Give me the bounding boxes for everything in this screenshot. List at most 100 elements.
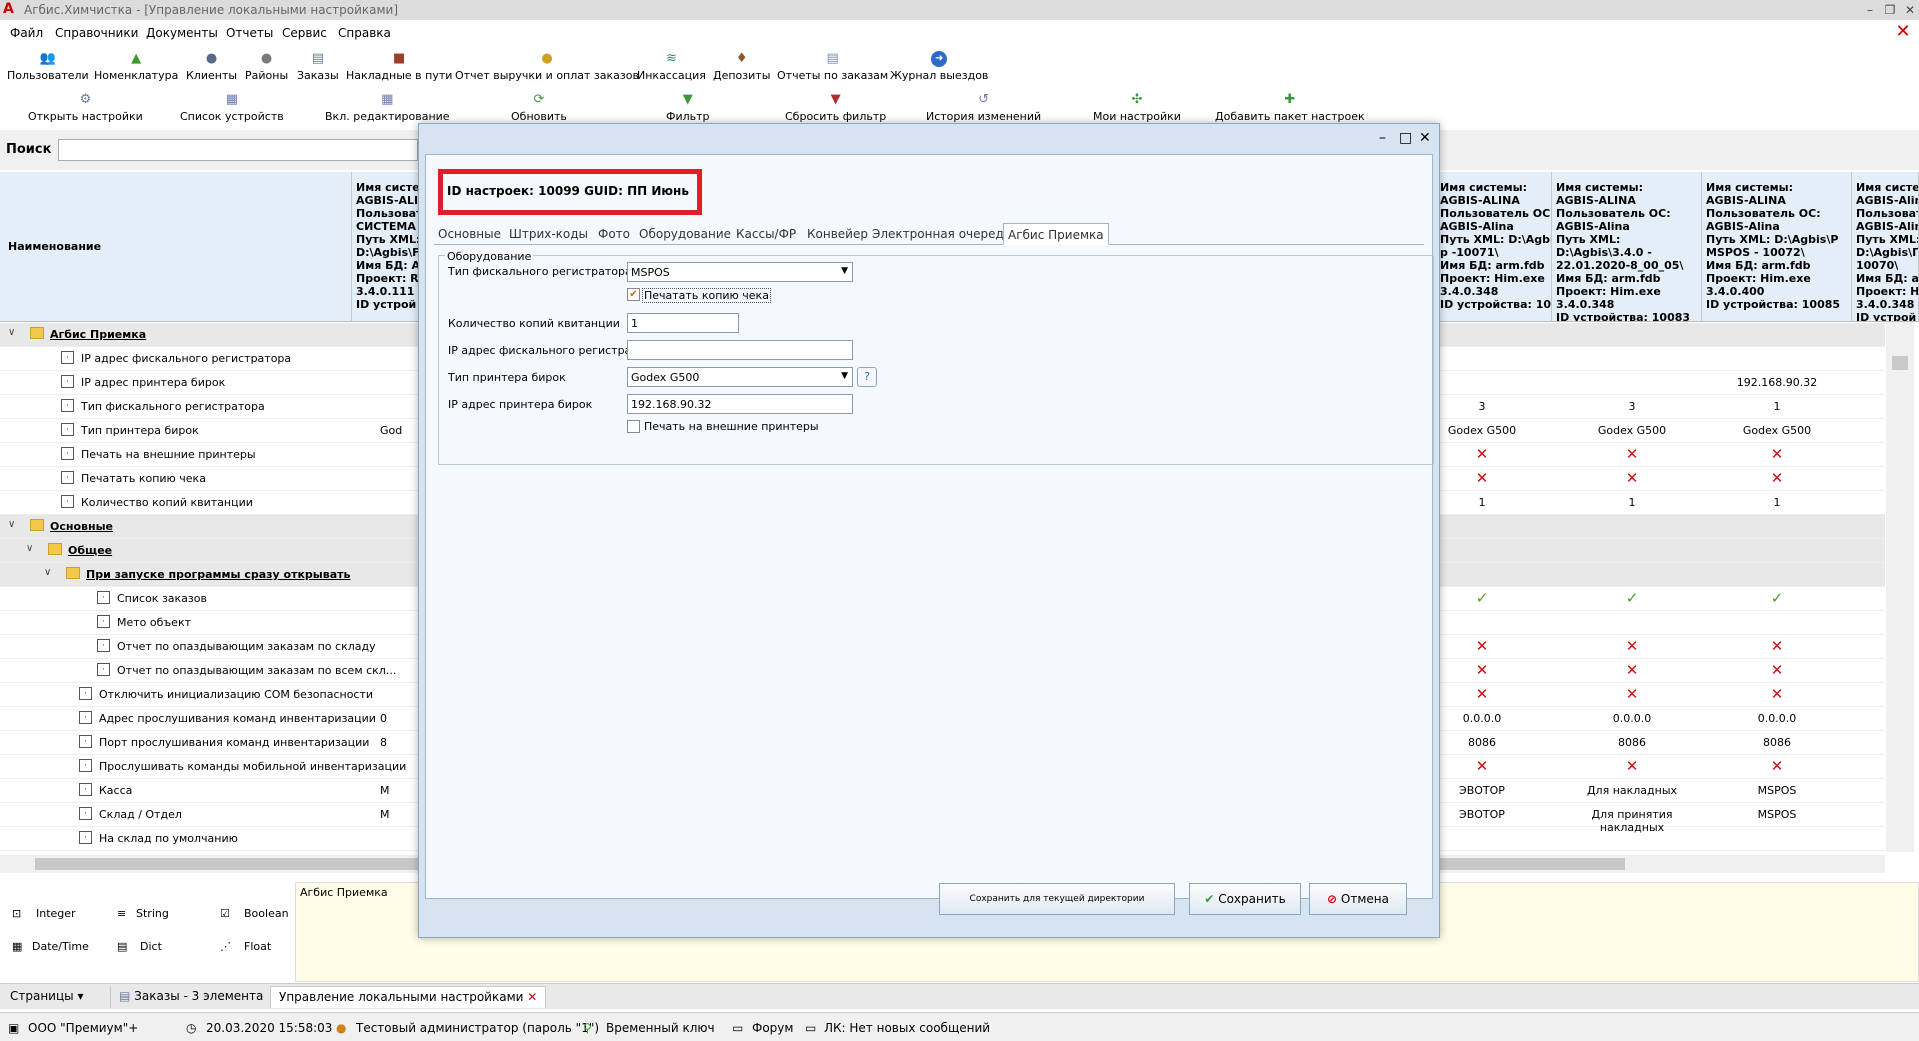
users-button[interactable]: 👥 Пользователи xyxy=(7,51,89,82)
restore-icon[interactable]: ❐ xyxy=(1882,2,1898,18)
tab-cash-fr[interactable]: Кассы/ФР xyxy=(732,223,800,245)
true-icon[interactable]: ✓ xyxy=(1707,589,1847,607)
cell-value[interactable]: Godex G500 xyxy=(1707,424,1847,437)
close-icon[interactable]: ✕ xyxy=(1902,2,1918,18)
false-icon[interactable]: ✕ xyxy=(1707,445,1847,463)
cell-value[interactable]: 8 xyxy=(380,736,420,749)
refresh-button[interactable]: ⟳ Обновить xyxy=(511,92,567,123)
cell-value[interactable]: 0 xyxy=(380,712,420,725)
help-icon[interactable]: ? xyxy=(857,367,877,387)
enable-edit-button[interactable]: ▦ Вкл. редактирование xyxy=(325,92,450,123)
menu-reports[interactable]: Отчеты xyxy=(226,26,273,40)
false-icon[interactable]: ✕ xyxy=(1562,685,1702,703)
fiscal-ip-input[interactable] xyxy=(627,340,853,360)
cell-value[interactable]: MSPOS xyxy=(1707,808,1847,821)
waybills-button[interactable]: ■ Накладные в пути xyxy=(346,51,452,82)
column-header-device-4[interactable]: Имя системы: AGBIS-Alin Пользовате AGBIS… xyxy=(1852,172,1919,322)
cell-value[interactable]: Godex G500 xyxy=(1562,424,1702,437)
column-header-name[interactable]: Наименование xyxy=(0,172,352,322)
cell-value[interactable]: 1 xyxy=(1707,496,1847,509)
open-settings-button[interactable]: ⚙ Открыть настройки xyxy=(28,92,143,123)
filter-button[interactable]: ▼ Фильтр xyxy=(666,92,710,123)
tab-barcodes[interactable]: Штрих-коды xyxy=(505,223,592,245)
dialog-minimize-icon[interactable]: – xyxy=(1379,130,1386,146)
my-settings-button[interactable]: ✣ Мои настройки xyxy=(1093,92,1181,123)
cell-value[interactable]: Для накладных xyxy=(1562,784,1702,797)
cell-value[interactable]: 192.168.90.32 xyxy=(1707,376,1847,389)
cell-value[interactable]: 0.0.0.0 xyxy=(1707,712,1847,725)
menu-references[interactable]: Справочники xyxy=(55,26,138,40)
dialog-maximize-icon[interactable]: □ xyxy=(1399,130,1412,146)
cancel-button[interactable]: ⊘ Отмена xyxy=(1309,883,1407,915)
cell-value[interactable]: MSPOS xyxy=(1707,784,1847,797)
external-printers-checkbox[interactable] xyxy=(627,420,640,433)
expand-toggle-icon[interactable]: ∨ xyxy=(26,543,33,554)
cell-value[interactable]: 1 xyxy=(1707,400,1847,413)
order-reports-button[interactable]: ▤ Отчеты по заказам xyxy=(777,51,888,82)
false-icon[interactable]: ✕ xyxy=(1707,469,1847,487)
cell-value[interactable]: God xyxy=(380,424,420,437)
print-copy-checkbox[interactable]: ✔ xyxy=(627,288,640,301)
false-icon[interactable]: ✕ xyxy=(1562,661,1702,679)
tab-electronic-queue[interactable]: Электронная очередь xyxy=(868,223,1015,245)
false-icon[interactable]: ✕ xyxy=(1562,637,1702,655)
false-icon[interactable]: ✕ xyxy=(1707,685,1847,703)
scroll-thumb[interactable] xyxy=(1892,356,1908,370)
column-header-device-3[interactable]: Имя системы: AGBIS-ALINA Пользователь ОС… xyxy=(1702,172,1852,322)
printer-type-select[interactable]: Godex G500 ▼ xyxy=(627,367,853,387)
devices-list-button[interactable]: ▦ Список устройств xyxy=(180,92,284,123)
false-icon[interactable]: ✕ xyxy=(1707,757,1847,775)
menu-service[interactable]: Сервис xyxy=(282,26,327,40)
cell-value[interactable]: 1 xyxy=(1562,496,1702,509)
expand-toggle-icon[interactable]: ∨ xyxy=(44,567,51,578)
close-tab-icon[interactable]: ✕ xyxy=(527,990,537,1004)
trips-log-button[interactable]: ➜ Журнал выездов xyxy=(890,51,988,82)
revenue-report-button[interactable]: ● Отчет выручки и оплат заказов xyxy=(455,51,639,82)
false-icon[interactable]: ✕ xyxy=(1562,757,1702,775)
cell-value[interactable]: M xyxy=(380,808,420,821)
false-icon[interactable]: ✕ xyxy=(1562,445,1702,463)
printer-ip-input[interactable]: 192.168.90.32 xyxy=(627,394,853,414)
menu-file[interactable]: Файл xyxy=(10,26,43,40)
tab-photo[interactable]: Фото xyxy=(594,223,634,245)
menu-help[interactable]: Справка xyxy=(338,26,391,40)
search-input[interactable] xyxy=(58,139,418,161)
catalog-button[interactable]: ▲ Номенклатура xyxy=(94,51,178,82)
save-button[interactable]: ✔ Сохранить xyxy=(1189,883,1301,915)
collection-button[interactable]: ≋ Инкассация xyxy=(637,51,706,82)
cell-value[interactable]: 0.0.0.0 xyxy=(1562,712,1702,725)
true-icon[interactable]: ✓ xyxy=(1562,589,1702,607)
tab-conveyor[interactable]: Конвейер xyxy=(803,223,872,245)
column-header-device-1[interactable]: Имя системы: AGBIS-ALINA Пользователь ОС… xyxy=(1436,172,1552,322)
expand-toggle-icon[interactable]: ∨ xyxy=(8,327,15,338)
add-package-button[interactable]: ✚ Добавить пакет настроек xyxy=(1215,92,1365,123)
false-icon[interactable]: ✕ xyxy=(1562,469,1702,487)
tab-main[interactable]: Основные xyxy=(434,223,505,245)
dialog-close-icon[interactable]: ✕ xyxy=(1419,130,1431,146)
copies-input[interactable]: 1 xyxy=(627,313,739,333)
pages-dropdown[interactable]: Страницы ▾ xyxy=(2,986,92,1008)
deposits-button[interactable]: ♦ Депозиты xyxy=(713,51,770,82)
cell-value[interactable]: 3 xyxy=(1562,400,1702,413)
cell-value[interactable]: 8086 xyxy=(1562,736,1702,749)
false-icon[interactable]: ✕ xyxy=(1707,637,1847,655)
tab-equipment[interactable]: Оборудование xyxy=(635,223,735,245)
tab-agbis-reception[interactable]: Агбис Приемка xyxy=(1003,223,1109,245)
clients-button[interactable]: ● Клиенты xyxy=(186,51,237,82)
history-button[interactable]: ↺ История изменений xyxy=(926,92,1041,123)
reset-filter-button[interactable]: ▼ Сбросить фильтр xyxy=(785,92,886,123)
print-copy-label[interactable]: Печатать копию чека xyxy=(642,288,771,303)
orders-button[interactable]: ▤ Заказы xyxy=(297,51,339,82)
cell-value[interactable]: 8086 xyxy=(1707,736,1847,749)
save-for-directory-button[interactable]: Сохранить для текущей директории xyxy=(939,883,1175,915)
status-forum[interactable]: Форум xyxy=(752,1021,793,1035)
false-icon[interactable]: ✕ xyxy=(1707,661,1847,679)
fiscal-type-select[interactable]: MSPOS ▼ xyxy=(627,262,853,282)
tab-orders[interactable]: ▤ Заказы - 3 элемента xyxy=(110,986,271,1008)
tab-local-settings[interactable]: Управление локальными настройками ✕ xyxy=(270,986,547,1008)
expand-toggle-icon[interactable]: ∨ xyxy=(8,519,15,530)
menu-documents[interactable]: Документы xyxy=(146,26,218,40)
column-header-device-2[interactable]: Имя системы: AGBIS-ALINA Пользователь ОС… xyxy=(1552,172,1702,322)
vertical-scrollbar[interactable] xyxy=(1886,322,1914,852)
status-lk[interactable]: ЛК: Нет новых сообщений xyxy=(824,1021,990,1035)
